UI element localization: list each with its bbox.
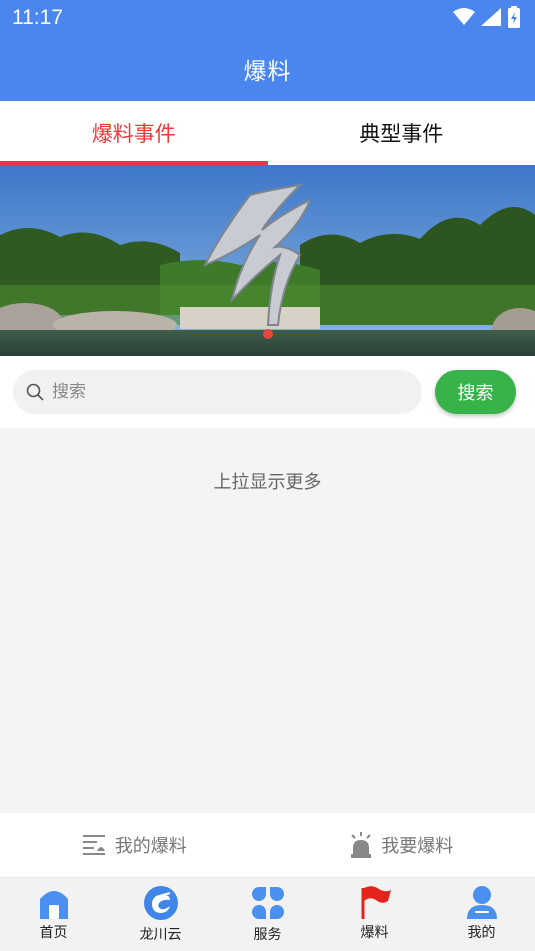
battery-icon (508, 6, 520, 28)
tab-baoliao-events[interactable]: 爆料事件 (0, 101, 268, 165)
load-more-hint: 上拉显示更多 (213, 472, 322, 493)
action-bar: 我的爆料 我要爆料 (0, 813, 535, 877)
cloud-logo-icon (143, 886, 178, 920)
tab-typical-events[interactable]: 典型事件 (268, 101, 535, 165)
bottom-nav: 首页 龙川云 服务 爆料 我的 (0, 877, 535, 951)
nav-label-baoliao: 爆料 (360, 925, 389, 941)
search-button[interactable]: 搜索 (435, 370, 516, 414)
event-list[interactable]: 上拉显示更多 (0, 428, 535, 813)
report-baoliao-button[interactable]: 我要爆料 (268, 813, 535, 877)
status-icons (453, 6, 521, 28)
app-header: 爆料 (0, 36, 535, 101)
carousel-indicator-dot[interactable] (263, 329, 273, 339)
nav-item-home[interactable]: 首页 (0, 878, 107, 951)
report-baoliao-label: 我要爆料 (381, 836, 454, 857)
tab-bar: 爆料事件 典型事件 (0, 101, 535, 165)
my-baoliao-button[interactable]: 我的爆料 (0, 813, 268, 877)
nav-item-baoliao[interactable]: 爆料 (321, 878, 428, 951)
list-icon (82, 835, 105, 855)
status-time: 11:17 (12, 6, 63, 29)
flag-icon (361, 886, 391, 919)
nav-label-services: 服务 (253, 927, 282, 943)
nav-label-home: 首页 (39, 925, 68, 941)
wifi-icon (453, 8, 475, 25)
grid-icon (251, 887, 284, 919)
status-bar: 11:17 (0, 0, 535, 36)
banner-image (0, 165, 535, 356)
search-box[interactable] (13, 370, 422, 414)
banner-carousel[interactable] (0, 165, 535, 356)
search-icon (26, 383, 44, 401)
nav-item-longchuan-cloud[interactable]: 龙川云 (107, 878, 214, 951)
home-icon (39, 891, 68, 919)
signal-icon (481, 8, 501, 26)
user-icon (466, 886, 497, 919)
page-title: 爆料 (243, 58, 292, 85)
search-input[interactable] (52, 382, 382, 402)
search-area: 搜索 (0, 356, 535, 428)
nav-label-longchuan-cloud: 龙川云 (139, 927, 182, 943)
nav-item-services[interactable]: 服务 (214, 878, 321, 951)
nav-item-mine[interactable]: 我的 (428, 878, 535, 951)
alarm-icon (351, 832, 372, 858)
my-baoliao-label: 我的爆料 (114, 836, 187, 857)
nav-label-mine: 我的 (467, 925, 496, 941)
